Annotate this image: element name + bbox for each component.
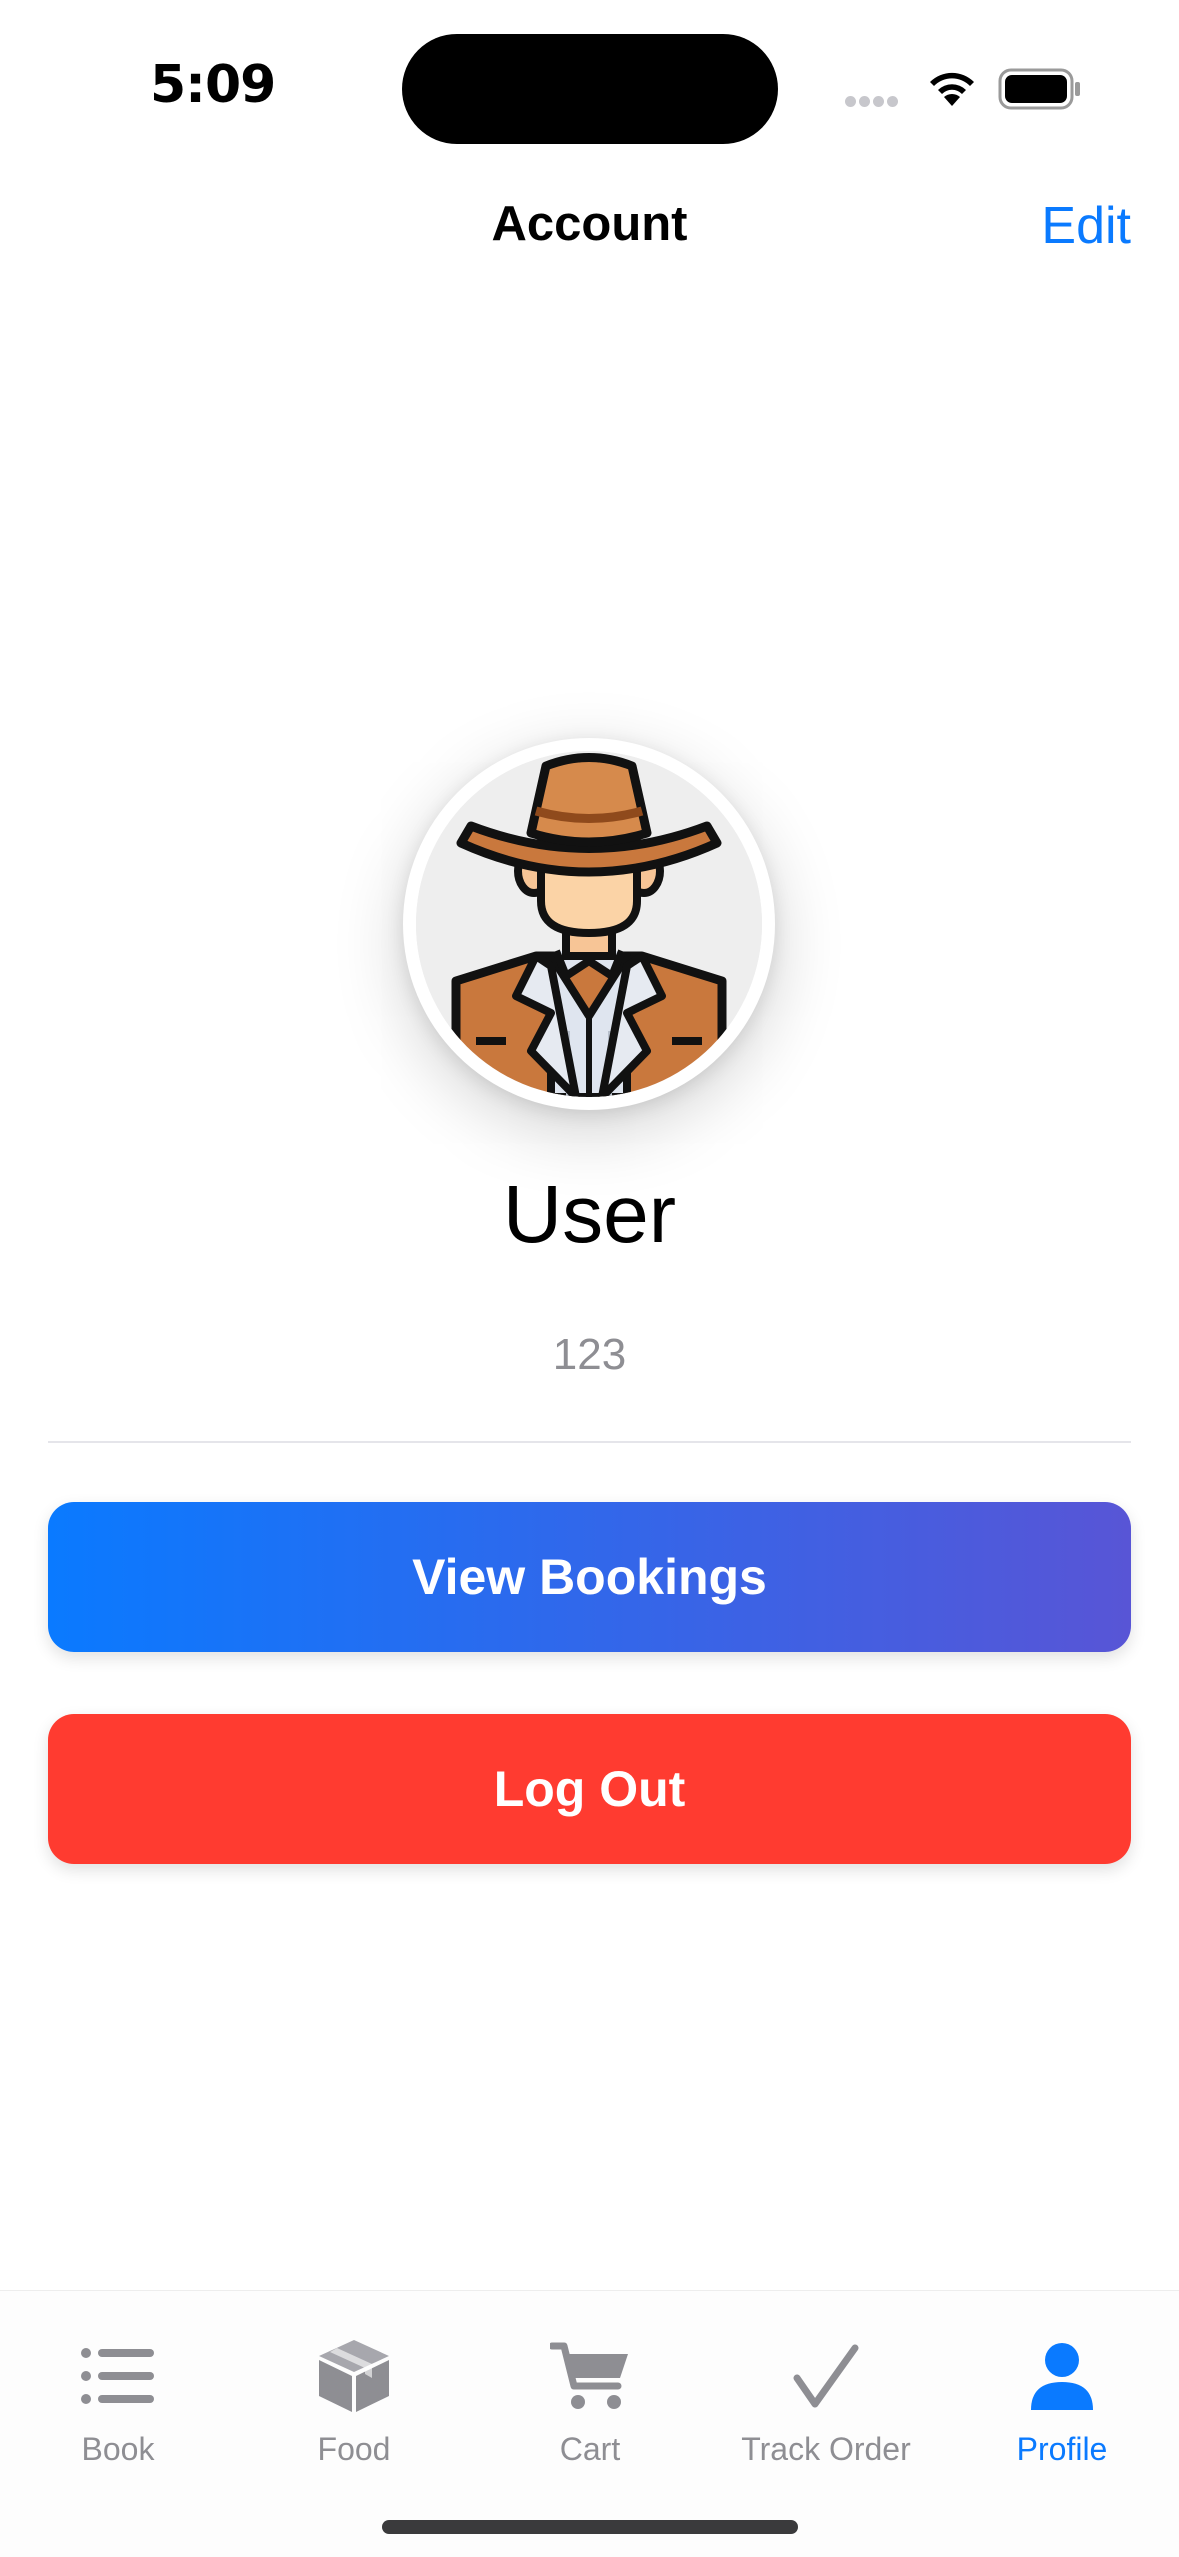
status-time: 5:09 bbox=[150, 55, 276, 115]
wifi-icon bbox=[930, 72, 974, 106]
tab-book[interactable]: Book bbox=[0, 2331, 236, 2468]
avatar bbox=[403, 738, 775, 1110]
cellular-signal-icon bbox=[845, 94, 901, 112]
list-icon bbox=[81, 2348, 154, 2404]
tab-bar: Book Food Cart Track Order Profile bbox=[0, 2290, 1179, 2557]
tab-cart[interactable]: Cart bbox=[472, 2331, 708, 2468]
page-title: Account bbox=[491, 197, 688, 251]
tab-profile[interactable]: Profile bbox=[944, 2331, 1179, 2468]
person-icon bbox=[1031, 2343, 1093, 2410]
user-id: 123 bbox=[552, 1330, 627, 1379]
log-out-button[interactable]: Log Out bbox=[48, 1714, 1131, 1864]
checkmark-icon bbox=[793, 2344, 859, 2408]
tab-track-order[interactable]: Track Order bbox=[708, 2331, 944, 2468]
status-bar: 5:09 bbox=[0, 0, 1179, 170]
box-icon bbox=[319, 2340, 389, 2412]
battery-icon bbox=[998, 68, 1080, 110]
tab-label: Book bbox=[81, 2431, 155, 2467]
cart-icon bbox=[550, 2342, 628, 2409]
divider bbox=[48, 1441, 1131, 1443]
dynamic-island bbox=[402, 34, 778, 144]
home-indicator[interactable] bbox=[382, 2520, 798, 2534]
tab-label: Track Order bbox=[741, 2431, 911, 2467]
cowboy-avatar-icon bbox=[416, 751, 762, 1097]
tab-food[interactable]: Food bbox=[236, 2331, 472, 2468]
tab-label: Profile bbox=[1016, 2431, 1108, 2467]
view-bookings-button[interactable]: View Bookings bbox=[48, 1502, 1131, 1652]
tab-label: Cart bbox=[559, 2431, 621, 2467]
edit-button[interactable]: Edit bbox=[1041, 196, 1131, 256]
tab-label: Food bbox=[317, 2431, 391, 2467]
user-name: User bbox=[502, 1169, 677, 1260]
